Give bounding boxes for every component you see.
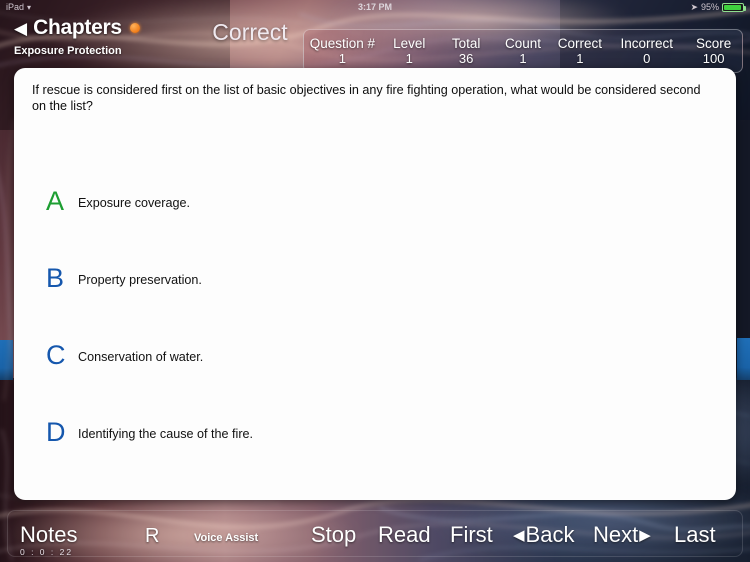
- stat-value: 1: [338, 50, 347, 66]
- stat-value: 0: [643, 50, 651, 66]
- choice-text: Conservation of water.: [78, 350, 204, 364]
- last-button[interactable]: Last: [674, 522, 716, 548]
- read-button[interactable]: Read: [378, 522, 431, 548]
- choice-letter: B: [46, 263, 65, 293]
- stop-button[interactable]: Stop: [311, 522, 356, 548]
- choice-letter: C: [46, 340, 66, 370]
- question-text: If rescue is considered first on the lis…: [32, 83, 701, 113]
- notes-button[interactable]: Notes: [20, 522, 77, 548]
- chapters-back-button[interactable]: ◀ Chapters: [14, 16, 140, 40]
- chapter-subtitle: Exposure Protection: [14, 45, 122, 57]
- stat-score: Score 100: [685, 30, 742, 72]
- stat-value: 1: [519, 50, 527, 66]
- app-header: ◀ Chapters Exposure Protection Correct Q…: [0, 14, 750, 73]
- answer-choice-c[interactable]: C Conservation of water.: [32, 342, 718, 419]
- back-label: Back: [525, 522, 575, 547]
- answer-choice-a[interactable]: A Exposure coverage.: [32, 188, 718, 265]
- choice-letter: A: [46, 186, 65, 216]
- stat-value: 36: [458, 50, 474, 66]
- choice-letter: D: [46, 417, 66, 447]
- stats-panel: Question # 1 Level 1 Total 36 Count 1 Co…: [303, 29, 743, 73]
- next-button[interactable]: Next ▶: [593, 522, 651, 548]
- battery-icon: [722, 2, 746, 12]
- status-bar-right: ➤ 95%: [690, 1, 746, 13]
- stat-key: Score: [695, 35, 732, 51]
- choice-text: Property preservation.: [78, 273, 202, 287]
- voice-assist-label: Voice Assist: [194, 532, 259, 544]
- stat-level: Level 1: [381, 30, 438, 72]
- next-label: Next: [593, 522, 639, 547]
- location-arrow-icon: ➤: [690, 1, 698, 12]
- stat-key: Level: [393, 35, 426, 51]
- answer-choice-b[interactable]: B Property preservation.: [32, 265, 718, 342]
- stat-question-number: Question # 1: [304, 30, 381, 72]
- stat-incorrect: Incorrect 0: [608, 30, 685, 72]
- answer-result-label: Correct: [212, 19, 288, 45]
- answer-choice-d[interactable]: D Identifying the cause of the fire.: [32, 419, 718, 496]
- choice-text: Exposure coverage.: [78, 196, 191, 210]
- answer-choices-list: A Exposure coverage. B Property preserva…: [32, 188, 718, 496]
- choice-text: Identifying the cause of the fire.: [78, 427, 254, 441]
- stat-count: Count 1: [495, 30, 552, 72]
- question-card: If rescue is considered first on the lis…: [14, 68, 736, 500]
- back-arrow-icon: ◀: [513, 527, 525, 544]
- chapters-label: Chapters: [33, 16, 122, 39]
- stat-key: Correct: [557, 35, 603, 51]
- back-button[interactable]: ◀ Back: [513, 522, 574, 548]
- record-button[interactable]: R: [145, 525, 159, 548]
- status-bar-clock: 3:17 PM: [357, 2, 392, 12]
- stat-correct: Correct 1: [551, 30, 608, 72]
- orange-dot-icon: [129, 23, 140, 33]
- stat-value: 1: [576, 50, 584, 66]
- bottom-toolbar: Notes 0 : 0 : 22 R Voice Assist Stop Rea…: [0, 505, 750, 562]
- stat-key: Total: [451, 35, 481, 51]
- stat-key: Question #: [309, 35, 376, 51]
- battery-percent-label: 95%: [700, 2, 719, 12]
- next-arrow-icon: ▶: [639, 527, 651, 544]
- back-arrow-icon: ◀: [14, 18, 28, 38]
- status-bar: iPad ▾ 3:17 PM ➤ 95%: [0, 0, 750, 14]
- first-button[interactable]: First: [450, 522, 493, 548]
- stat-value: 1: [405, 50, 413, 66]
- stat-key: Incorrect: [620, 35, 674, 51]
- stat-total: Total 36: [438, 30, 495, 72]
- stat-value: 100: [702, 50, 725, 66]
- stat-key: Count: [505, 35, 542, 51]
- elapsed-timer: 0 : 0 : 22: [20, 547, 74, 557]
